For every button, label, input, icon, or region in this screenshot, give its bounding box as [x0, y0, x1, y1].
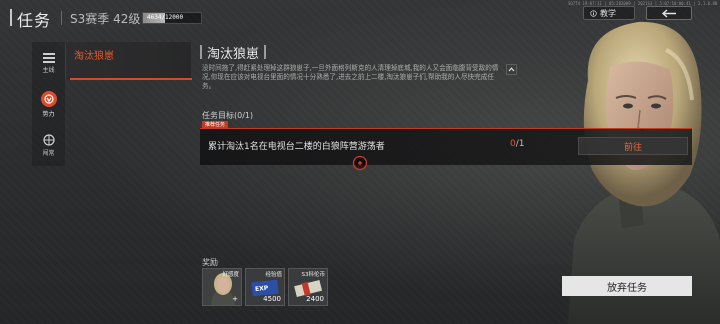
collapse-description-button[interactable] — [506, 64, 517, 75]
back-button[interactable] — [646, 6, 692, 20]
xp-text: 4634/12000 — [147, 14, 184, 21]
title-divider — [61, 11, 62, 25]
back-arrow-icon — [661, 8, 676, 18]
nav-item-main[interactable]: 主线 — [32, 44, 65, 82]
svg-text:EXP: EXP — [255, 285, 269, 293]
list-icon — [42, 52, 55, 63]
nav-label-main: 主线 — [42, 66, 55, 74]
reward-item-affinity[interactable]: 好感度 + — [202, 268, 242, 306]
tutorial-icon — [590, 9, 597, 17]
objective-progress: 0/1 — [510, 139, 525, 149]
category-nav: 主线 势力 闯常 — [32, 42, 65, 166]
reward-label: 经验值 — [265, 272, 282, 278]
chevron-up-icon — [508, 67, 515, 72]
faction-icon-bg — [40, 90, 57, 107]
objective-progress-total: /1 — [515, 139, 525, 149]
top-bar: 任务 S3赛季 42级 4634/12000 SO7T4 19:87:11 | … — [0, 0, 720, 36]
reward-label: 好感度 — [222, 272, 239, 278]
compass-icon — [42, 133, 55, 146]
quest-selected-indicator — [70, 78, 192, 80]
title-accent-bar — [10, 9, 12, 26]
reward-count: + — [232, 295, 238, 303]
objective-header: 任务目标(0/1) — [202, 111, 254, 120]
tutorial-button[interactable]: 教学 — [583, 6, 635, 20]
reward-count: 2400 — [306, 295, 324, 303]
faction-icon — [43, 93, 54, 104]
abandon-quest-button[interactable]: 放弃任务 — [562, 276, 692, 296]
nav-label-daily: 闯常 — [42, 149, 55, 157]
quest-list: 淘汰狼崽 — [65, 42, 192, 82]
nav-item-faction[interactable]: 势力 — [32, 85, 65, 123]
nav-item-daily[interactable]: 闯常 — [32, 126, 65, 164]
reward-item-exp[interactable]: EXP 经验值 4500 — [245, 268, 285, 306]
title-bracket-left — [200, 45, 202, 59]
quest-list-item[interactable]: 淘汰狼崽 — [65, 42, 192, 80]
rewards-header: 奖励 — [202, 258, 218, 267]
objective-row: 累计淘汰1名在电视台二楼的白狼阵营游荡者 0/1 前往 — [200, 128, 692, 165]
reward-label: S3科伦币 — [301, 272, 326, 278]
recommended-tag: 推荐任务 — [202, 121, 229, 129]
objective-text: 累计淘汰1名在电视台二楼的白狼阵营游荡者 — [208, 142, 385, 152]
goto-button[interactable]: 前往 — [578, 137, 688, 155]
location-marker-icon — [352, 155, 368, 171]
page-title: 任务 — [17, 11, 52, 30]
reward-item-currency[interactable]: S3科伦币 2400 — [288, 268, 328, 306]
quest-description: 没时间拖了,得赶紧处理掉这群狼崽子,一旦外面格列斯克的人清理掉底城,我的人又会面… — [202, 64, 499, 90]
reward-count: 4500 — [263, 295, 281, 303]
quest-title: 淘汰狼崽 — [207, 47, 260, 62]
title-bracket-right — [264, 45, 266, 59]
quest-list-item-name: 淘汰狼崽 — [74, 51, 114, 62]
nav-label-faction: 势力 — [42, 110, 55, 118]
tutorial-label: 教学 — [600, 8, 616, 18]
season-level: S3赛季 42级 — [70, 12, 141, 26]
xp-bar: 4634/12000 — [142, 12, 202, 24]
